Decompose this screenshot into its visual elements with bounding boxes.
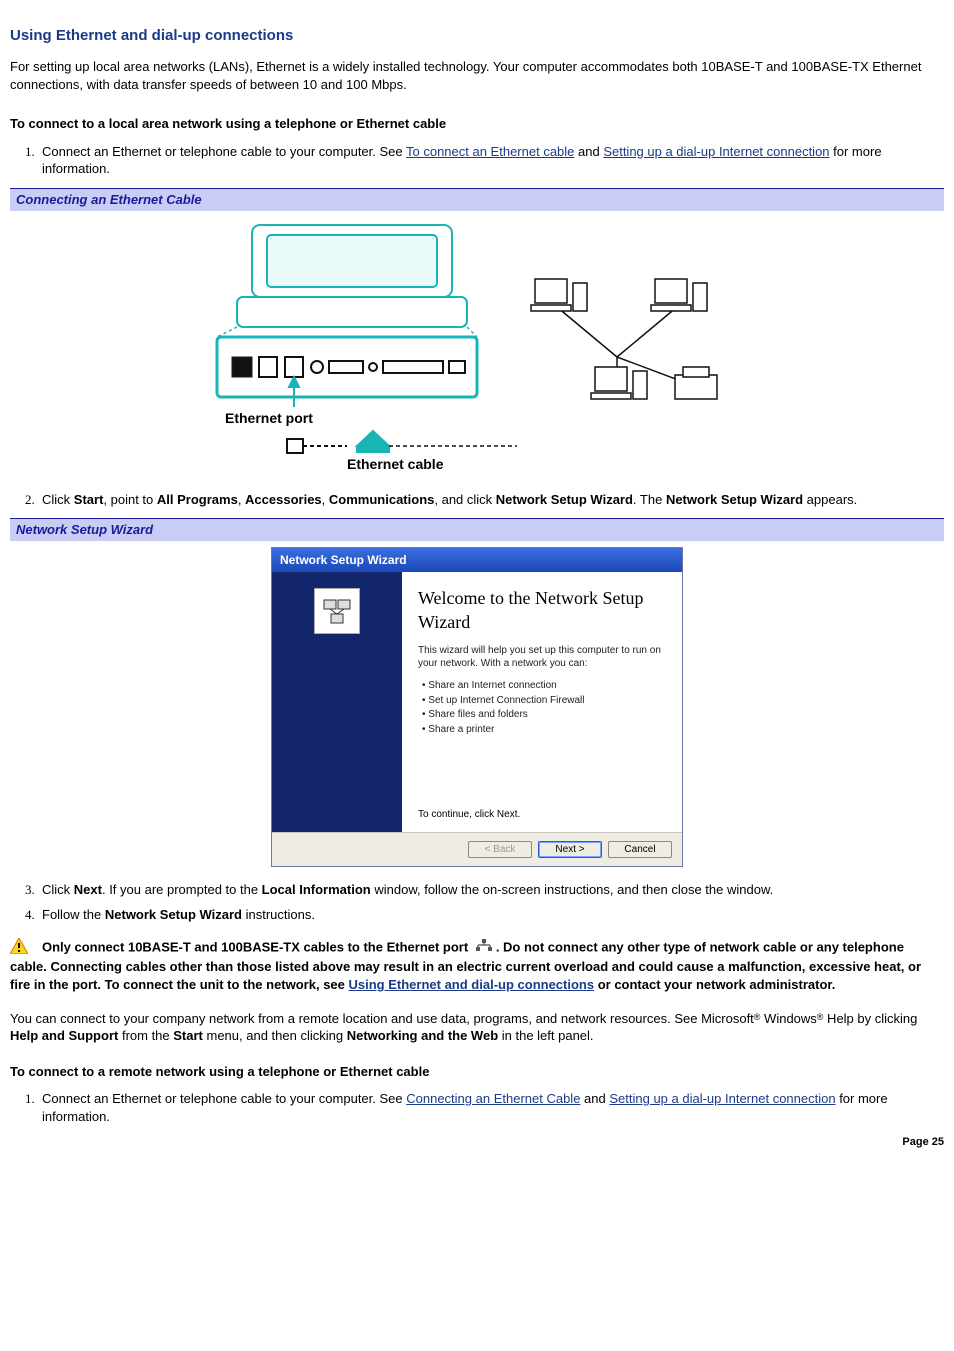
- step2-l: Network Setup Wizard: [666, 492, 803, 507]
- step2-b: Start: [74, 492, 104, 507]
- step-4: Follow the Network Setup Wizard instruct…: [38, 906, 944, 924]
- step3-e: window, follow the on-screen instruction…: [371, 882, 774, 897]
- step2-a: Click: [42, 492, 74, 507]
- ethernet-cable-label: Ethernet cable: [347, 456, 444, 472]
- ethernet-port-icon: [474, 939, 494, 958]
- remote-b: Windows: [760, 1011, 816, 1026]
- subheading-remote: To connect to a remote network using a t…: [10, 1063, 944, 1081]
- step3-b: Next: [74, 882, 102, 897]
- warn-text-c: or contact your network administrator.: [594, 977, 835, 992]
- step2-g: ,: [322, 492, 329, 507]
- wizard-window: Network Setup Wizard Welcome to the Netw…: [271, 547, 683, 867]
- step2-k: . The: [633, 492, 666, 507]
- figure-caption-wizard: Network Setup Wizard: [10, 518, 944, 541]
- link-using-ethernet-dialup[interactable]: Using Ethernet and dial-up connections: [349, 977, 595, 992]
- warning-block: Only connect 10BASE-T and 100BASE-TX cab…: [10, 938, 944, 994]
- remote-c: Help by clicking: [823, 1011, 917, 1026]
- ethernet-port-label: Ethernet port: [225, 410, 313, 426]
- wizard-heading: Welcome to the Network Setup Wizard: [418, 586, 666, 635]
- step3-a: Click: [42, 882, 74, 897]
- remote-d: Help and Support: [10, 1028, 118, 1043]
- step2-d: All Programs: [157, 492, 238, 507]
- step-1: Connect an Ethernet or telephone cable t…: [38, 143, 944, 178]
- step2-h: Communications: [329, 492, 434, 507]
- link-connect-ethernet-cable[interactable]: To connect an Ethernet cable: [406, 144, 574, 159]
- warning-icon: [10, 938, 28, 959]
- ethernet-diagram-svg: Ethernet port Ethernet cable: [197, 217, 757, 477]
- page-title: Using Ethernet and dial-up connections: [10, 26, 944, 46]
- remote-step-1: Connect an Ethernet or telephone cable t…: [38, 1090, 944, 1125]
- step2-c: , point to: [103, 492, 156, 507]
- wizard-side-panel: [272, 572, 402, 832]
- link-setting-up-dialup[interactable]: Setting up a dial-up Internet connection: [603, 144, 829, 159]
- step4-a: Follow the: [42, 907, 105, 922]
- remote-i: in the left panel.: [498, 1028, 593, 1043]
- remote-h: Networking and the Web: [347, 1028, 498, 1043]
- step-2: Click Start, point to All Programs, Acce…: [38, 491, 944, 509]
- network-icon: [314, 588, 360, 634]
- wizard-bullet-3: Share a printer: [422, 723, 666, 737]
- wizard-bullet-1: Set up Internet Connection Firewall: [422, 694, 666, 708]
- wizard-titlebar: Network Setup Wizard: [272, 548, 682, 572]
- wizard-continue-text: To continue, click Next.: [418, 808, 666, 822]
- wizard-intro-text: This wizard will help you set up this co…: [418, 644, 666, 670]
- warn-text-a: Only connect 10BASE-T and 100BASE-TX cab…: [42, 940, 472, 955]
- wizard-next-button[interactable]: Next >: [538, 841, 602, 858]
- step2-i: , and click: [434, 492, 495, 507]
- step2-j: Network Setup Wizard: [496, 492, 633, 507]
- remote-f: Start: [173, 1028, 203, 1043]
- step3-c: . If you are prompted to the: [102, 882, 262, 897]
- remote-a: You can connect to your company network …: [10, 1011, 754, 1026]
- step1-text-pre: Connect an Ethernet or telephone cable t…: [42, 144, 406, 159]
- figure-caption-ethernet: Connecting an Ethernet Cable: [10, 188, 944, 211]
- remote-e: from the: [118, 1028, 173, 1043]
- step-3: Click Next. If you are prompted to the L…: [38, 881, 944, 899]
- remote-g: menu, and then clicking: [203, 1028, 347, 1043]
- step1-text-mid: and: [574, 144, 603, 159]
- link-connecting-ethernet-cable[interactable]: Connecting an Ethernet Cable: [406, 1091, 580, 1106]
- wizard-bullet-2: Share files and folders: [422, 708, 666, 722]
- wizard-cancel-button[interactable]: Cancel: [608, 841, 672, 858]
- rstep1-pre: Connect an Ethernet or telephone cable t…: [42, 1091, 406, 1106]
- figure-ethernet-cable: Ethernet port Ethernet cable: [10, 217, 944, 477]
- remote-paragraph: You can connect to your company network …: [10, 1010, 944, 1045]
- step2-f: Accessories: [245, 492, 322, 507]
- subheading-lan: To connect to a local area network using…: [10, 115, 944, 133]
- rstep1-mid: and: [580, 1091, 609, 1106]
- wizard-bullet-list: Share an Internet connection Set up Inte…: [422, 678, 666, 737]
- wizard-bullet-0: Share an Internet connection: [422, 679, 666, 693]
- step4-c: instructions.: [242, 907, 315, 922]
- page-number: Page 25: [10, 1135, 944, 1150]
- link-setting-up-dialup-2[interactable]: Setting up a dial-up Internet connection: [609, 1091, 835, 1106]
- step3-d: Local Information: [262, 882, 371, 897]
- figure-network-wizard: Network Setup Wizard Welcome to the Netw…: [10, 547, 944, 867]
- step2-m: appears.: [803, 492, 857, 507]
- step4-b: Network Setup Wizard: [105, 907, 242, 922]
- intro-paragraph: For setting up local area networks (LANs…: [10, 58, 944, 93]
- step2-e: ,: [238, 492, 245, 507]
- wizard-back-button[interactable]: < Back: [468, 841, 532, 858]
